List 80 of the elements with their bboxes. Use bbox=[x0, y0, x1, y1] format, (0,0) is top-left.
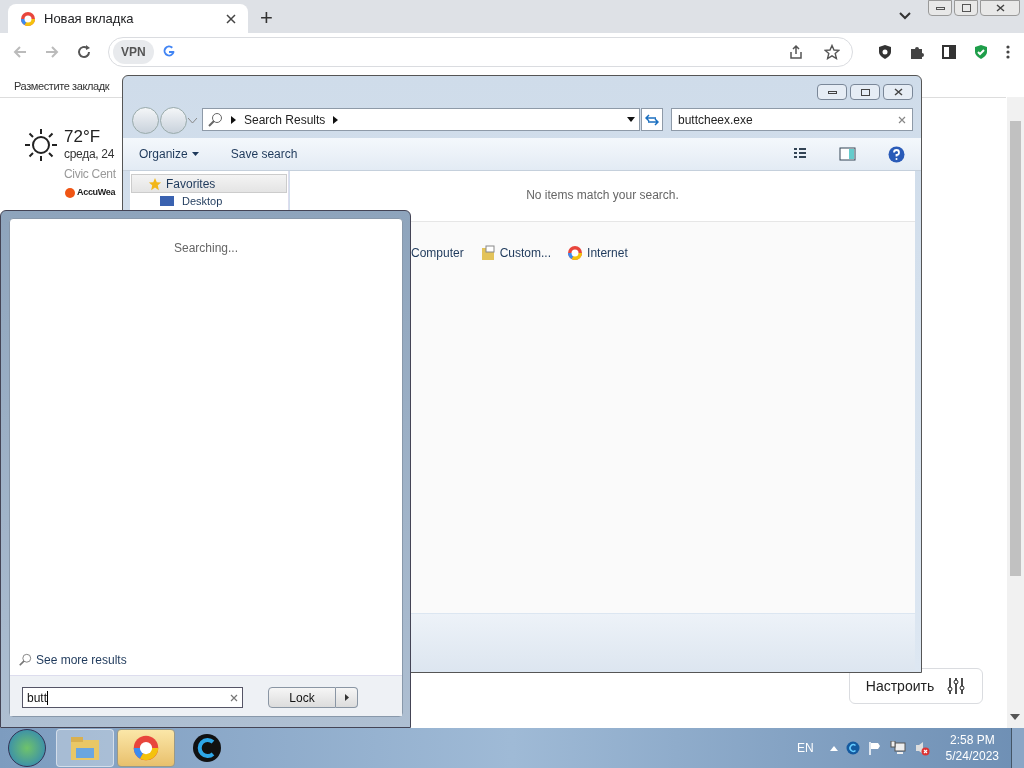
close-button[interactable] bbox=[883, 84, 913, 100]
menu-icon[interactable] bbox=[1005, 44, 1011, 60]
vpn-button[interactable]: VPN bbox=[113, 40, 154, 64]
google-icon bbox=[161, 45, 176, 59]
scrollbar[interactable] bbox=[1007, 97, 1024, 728]
browser-tab[interactable]: Новая вкладка bbox=[8, 4, 248, 33]
searching-status: Searching... bbox=[172, 240, 239, 257]
search-icon bbox=[18, 653, 32, 667]
empty-message: No items match your search. bbox=[525, 187, 680, 204]
clear-icon[interactable] bbox=[898, 115, 906, 124]
nav-item[interactable]: Favorites bbox=[131, 174, 287, 193]
sun-icon bbox=[24, 128, 58, 162]
tray-app-icon[interactable] bbox=[845, 741, 860, 755]
show-desktop-button[interactable] bbox=[1011, 728, 1024, 768]
start-search-field[interactable]: butt bbox=[22, 687, 243, 708]
taskbar-app-button[interactable] bbox=[117, 729, 175, 767]
scroll-down-icon[interactable] bbox=[1010, 714, 1020, 721]
browser-logo-icon bbox=[567, 245, 584, 261]
toolbar-button[interactable]: Organize bbox=[139, 145, 199, 163]
tab-title: Новая вкладка bbox=[44, 9, 135, 28]
share-icon[interactable] bbox=[788, 44, 804, 60]
minimize-button[interactable] bbox=[928, 0, 952, 16]
bookmarks-hint: Разместите закладк bbox=[14, 79, 110, 94]
reload-icon[interactable] bbox=[76, 44, 92, 60]
restore-button[interactable] bbox=[954, 0, 978, 16]
network-icon[interactable] bbox=[889, 741, 906, 755]
weather-location: Civic Cent bbox=[64, 166, 116, 183]
close-icon[interactable] bbox=[226, 13, 236, 24]
dropdown-icon[interactable] bbox=[627, 117, 635, 122]
caret-icon bbox=[191, 152, 199, 156]
search-location-link[interactable]: Computer bbox=[411, 244, 464, 262]
weather-provider: AccuWea bbox=[77, 186, 116, 199]
breadcrumb[interactable]: Search Results bbox=[244, 110, 326, 129]
search-location-link[interactable]: Internet bbox=[567, 244, 628, 262]
shield-icon[interactable] bbox=[877, 44, 893, 60]
caret-icon bbox=[344, 694, 349, 701]
close-icon bbox=[893, 88, 903, 96]
preview-pane-icon[interactable] bbox=[839, 147, 856, 161]
nav-item[interactable]: Desktop bbox=[182, 195, 223, 207]
shield-check-icon[interactable] bbox=[973, 44, 989, 60]
chevron-right-icon[interactable] bbox=[333, 115, 339, 124]
customize-button[interactable]: Настроить bbox=[849, 668, 983, 704]
folder-icon bbox=[69, 735, 101, 761]
sliders-icon bbox=[946, 676, 967, 696]
refresh-button[interactable] bbox=[641, 108, 663, 131]
muted-speaker-icon[interactable] bbox=[913, 740, 930, 756]
folder-icon bbox=[479, 245, 496, 261]
see-more-results-link[interactable]: See more results bbox=[18, 651, 127, 669]
close-button[interactable] bbox=[980, 0, 1020, 16]
start-button[interactable] bbox=[8, 729, 46, 767]
address-bar[interactable]: VPN bbox=[108, 37, 853, 67]
help-icon[interactable] bbox=[888, 145, 905, 163]
sidebar-icon[interactable] bbox=[941, 44, 957, 60]
browser-logo-icon bbox=[20, 10, 36, 27]
explorer-search-field[interactable]: buttcheex.exe bbox=[671, 108, 913, 131]
lock-button[interactable]: Lock bbox=[268, 687, 336, 708]
c-logo-icon bbox=[192, 733, 222, 763]
temperature: 72°F bbox=[64, 126, 101, 148]
star-icon[interactable] bbox=[824, 44, 840, 60]
address-field[interactable]: Search Results bbox=[202, 108, 640, 131]
chevron-right-icon[interactable] bbox=[231, 115, 236, 124]
show-hidden-icons-button[interactable] bbox=[829, 745, 838, 751]
close-icon bbox=[995, 4, 1005, 12]
star-icon bbox=[148, 176, 162, 191]
view-list-icon[interactable] bbox=[793, 147, 807, 161]
new-tab-button[interactable]: + bbox=[260, 7, 273, 29]
browser-logo-icon bbox=[132, 734, 160, 762]
refresh-arrows-icon bbox=[645, 113, 659, 126]
chevron-down-icon[interactable] bbox=[898, 11, 912, 21]
minimize-button[interactable] bbox=[817, 84, 847, 100]
power-options-button[interactable] bbox=[336, 687, 358, 708]
weather-date: среда, 24 bbox=[64, 146, 115, 163]
desktop-icon bbox=[160, 196, 174, 206]
search-location-link[interactable]: Custom... bbox=[479, 244, 552, 262]
maximize-button[interactable] bbox=[850, 84, 880, 100]
flag-icon[interactable] bbox=[867, 741, 882, 755]
search-icon bbox=[207, 111, 223, 128]
puzzle-icon[interactable] bbox=[909, 44, 925, 60]
toolbar-button[interactable]: Save search bbox=[230, 145, 298, 163]
clear-icon[interactable] bbox=[230, 693, 238, 702]
